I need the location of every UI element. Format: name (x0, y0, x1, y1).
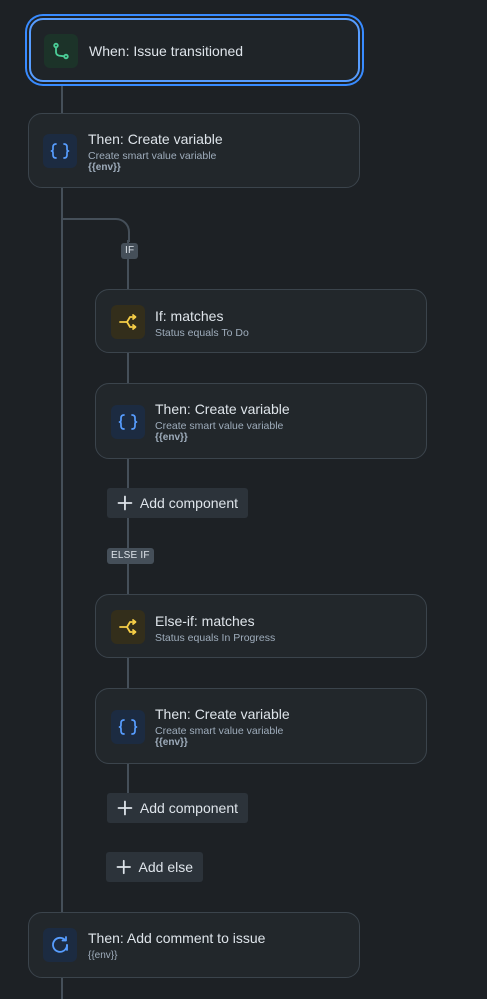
action-card-create-variable[interactable]: Then: Create variable Create smart value… (95, 688, 427, 764)
action-title: Then: Create variable (155, 401, 290, 417)
action-subtitle: Create smart value variable (155, 420, 284, 432)
condition-card-else-if[interactable]: Else-if: matches Status equals In Progre… (95, 594, 427, 658)
action-card-create-variable[interactable]: Then: Create variable Create smart value… (95, 383, 427, 459)
plus-icon (116, 859, 131, 875)
comment-icon (43, 928, 77, 962)
main-connector-line (61, 978, 63, 999)
plus-icon (117, 800, 133, 816)
action-value: {{env}} (88, 950, 118, 961)
condition-title: Else-if: matches (155, 613, 255, 629)
action-card-create-variable[interactable]: Then: Create variable Create smart value… (28, 113, 360, 188)
action-title: Then: Add comment to issue (88, 930, 266, 946)
branch-connector-line (127, 518, 129, 548)
condition-title: If: matches (155, 308, 224, 324)
condition-card-if[interactable]: If: matches Status equals To Do (95, 289, 427, 353)
action-title: Then: Create variable (88, 131, 223, 147)
action-subtitle: Create smart value variable (88, 150, 217, 162)
action-card-add-comment[interactable]: Then: Add comment to issue {{env}} (28, 912, 360, 978)
trigger-card[interactable]: When: Issue transitioned (29, 18, 360, 82)
condition-icon (111, 305, 145, 339)
condition-subtitle: Status equals In Progress (155, 632, 276, 644)
main-connector-line (61, 188, 63, 914)
action-value: {{env}} (155, 432, 188, 443)
condition-subtitle: Status equals To Do (155, 327, 249, 339)
branch-icon (44, 34, 78, 68)
else-if-lozenge: ELSE IF (107, 548, 154, 564)
curly-braces-icon (43, 134, 77, 168)
curly-braces-icon (111, 405, 145, 439)
action-value: {{env}} (155, 737, 188, 748)
add-component-button[interactable]: Add component (107, 488, 248, 518)
add-component-label: Add component (139, 495, 238, 511)
trigger-title: When: Issue transitioned (89, 43, 244, 59)
condition-icon (111, 610, 145, 644)
add-component-label: Add component (139, 800, 238, 816)
add-else-label: Add else (138, 859, 193, 875)
add-else-button[interactable]: Add else (106, 852, 203, 882)
plus-icon (117, 495, 133, 511)
action-title: Then: Create variable (155, 706, 290, 722)
action-subtitle: Create smart value variable (155, 725, 284, 737)
main-connector-line (61, 84, 63, 114)
branch-connector-curve (61, 218, 130, 242)
action-value: {{env}} (88, 162, 121, 173)
if-lozenge: IF (121, 243, 139, 259)
add-component-button[interactable]: Add component (107, 793, 248, 823)
curly-braces-icon (111, 710, 145, 744)
